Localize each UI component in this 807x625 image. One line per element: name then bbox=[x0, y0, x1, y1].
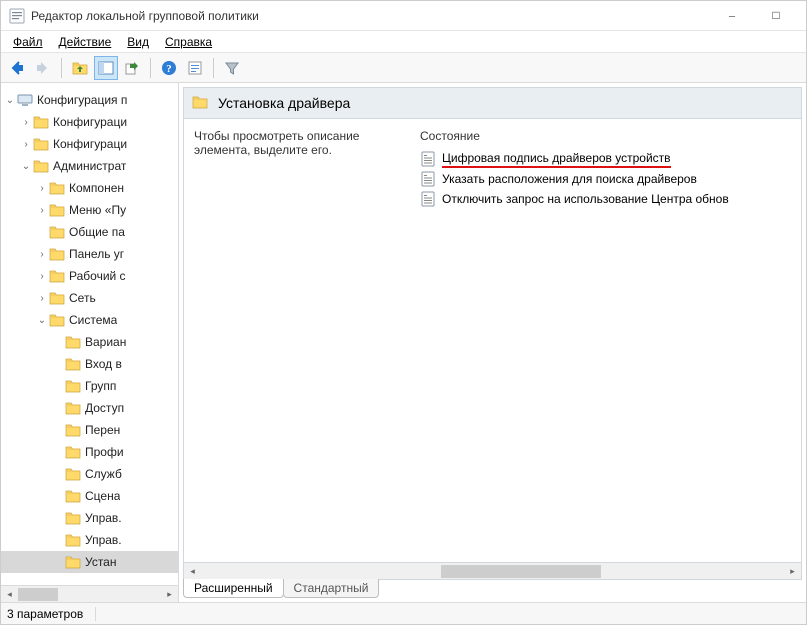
tree-group[interactable]: ·Групп bbox=[1, 375, 178, 397]
app-icon bbox=[9, 8, 25, 24]
tree-controlpanel[interactable]: ›Панель уг bbox=[1, 243, 178, 265]
status-count: 3 параметров bbox=[7, 607, 96, 621]
tree-cfg1[interactable]: ›Конфигураци bbox=[1, 111, 178, 133]
content-body: Чтобы просмотреть описание элемента, выд… bbox=[183, 119, 802, 563]
computer-icon bbox=[17, 92, 33, 108]
tree-sharedfolders[interactable]: ·Общие па bbox=[1, 221, 178, 243]
tree-manage2[interactable]: ·Управ. bbox=[1, 529, 178, 551]
tree-redir[interactable]: ·Перен bbox=[1, 419, 178, 441]
policy-tree[interactable]: ⌄ Конфигурация п ›Конфигураци ›Конфигура… bbox=[1, 89, 178, 573]
tree-cfg2[interactable]: ›Конфигураци bbox=[1, 133, 178, 155]
setting-label: Цифровая подпись драйверов устройств bbox=[442, 151, 671, 168]
setting-item-signature[interactable]: Цифровая подпись драйверов устройств bbox=[416, 149, 797, 169]
settings-list: Состояние Цифровая подпись драйверов уст… bbox=[412, 119, 801, 562]
folder-up-icon bbox=[72, 60, 88, 76]
description-text: Чтобы просмотреть описание элемента, выд… bbox=[194, 129, 402, 157]
menu-help[interactable]: Справка bbox=[157, 33, 220, 51]
main-area: ⌄ Конфигурация п ›Конфигураци ›Конфигура… bbox=[1, 83, 806, 602]
content-title: Установка драйвера bbox=[218, 95, 350, 111]
tab-extended[interactable]: Расширенный bbox=[183, 579, 284, 598]
minimize-button[interactable]: – bbox=[710, 2, 754, 30]
content-pane: Установка драйвера Чтобы просмотреть опи… bbox=[179, 83, 806, 602]
maximize-button[interactable]: □ bbox=[754, 2, 798, 30]
tree-system[interactable]: ⌄Система bbox=[1, 309, 178, 331]
help-button[interactable] bbox=[157, 56, 181, 80]
tree-profiles[interactable]: ·Профи bbox=[1, 441, 178, 463]
tree-install-driver[interactable]: ·Устан bbox=[1, 551, 178, 573]
scroll-thumb[interactable] bbox=[441, 565, 601, 578]
status-bar: 3 параметров bbox=[1, 602, 806, 624]
tree-pane: ⌄ Конфигурация п ›Конфигураци ›Конфигура… bbox=[1, 83, 179, 602]
policy-icon bbox=[420, 191, 436, 207]
scroll-right-button[interactable]: ▸ bbox=[784, 563, 801, 580]
menu-file[interactable]: Файл bbox=[5, 33, 51, 51]
tree-pane-icon bbox=[98, 60, 114, 76]
tree-manage1[interactable]: ·Управ. bbox=[1, 507, 178, 529]
policy-icon bbox=[420, 151, 436, 167]
tab-standard[interactable]: Стандартный bbox=[283, 579, 380, 598]
export-button[interactable] bbox=[120, 56, 144, 80]
tree-root[interactable]: ⌄ Конфигурация п bbox=[1, 89, 178, 111]
content-h-scrollbar[interactable]: ◂ ▸ bbox=[183, 563, 802, 580]
arrow-left-icon bbox=[9, 60, 25, 76]
tree-desktop[interactable]: ›Рабочий с bbox=[1, 265, 178, 287]
arrow-right-icon bbox=[35, 60, 51, 76]
funnel-icon bbox=[224, 60, 240, 76]
folder-icon bbox=[192, 94, 210, 112]
menu-bar: Файл Действие Вид Справка bbox=[1, 31, 806, 53]
tree-access[interactable]: ·Доступ bbox=[1, 397, 178, 419]
export-icon bbox=[124, 60, 140, 76]
back-button[interactable] bbox=[5, 56, 29, 80]
scroll-left-button[interactable]: ◂ bbox=[1, 586, 18, 603]
tree-services[interactable]: ·Служб bbox=[1, 463, 178, 485]
column-header-state[interactable]: Состояние bbox=[416, 129, 797, 149]
setting-label: Отключить запрос на использование Центра… bbox=[442, 192, 729, 206]
tree-scripts[interactable]: ·Сцена bbox=[1, 485, 178, 507]
forward-button[interactable] bbox=[31, 56, 55, 80]
setting-label: Указать расположения для поиска драйверо… bbox=[442, 172, 697, 186]
up-level-button[interactable] bbox=[68, 56, 92, 80]
scroll-thumb[interactable] bbox=[18, 588, 58, 601]
tree-network[interactable]: ›Сеть bbox=[1, 287, 178, 309]
setting-item-locations[interactable]: Указать расположения для поиска драйверо… bbox=[416, 169, 797, 189]
properties-button[interactable] bbox=[183, 56, 207, 80]
tree-h-scrollbar[interactable]: ◂ ▸ bbox=[1, 585, 178, 602]
content-header: Установка драйвера bbox=[183, 87, 802, 119]
window-title: Редактор локальной групповой политики bbox=[31, 9, 710, 23]
content-tabs: Расширенный Стандартный bbox=[183, 580, 802, 602]
menu-view[interactable]: Вид bbox=[119, 33, 157, 51]
tree-components[interactable]: ›Компонен bbox=[1, 177, 178, 199]
tree-login[interactable]: ·Вход в bbox=[1, 353, 178, 375]
properties-icon bbox=[187, 60, 203, 76]
scroll-left-button[interactable]: ◂ bbox=[184, 563, 201, 580]
toolbar bbox=[1, 53, 806, 83]
setting-item-update-prompt[interactable]: Отключить запрос на использование Центра… bbox=[416, 189, 797, 209]
scroll-right-button[interactable]: ▸ bbox=[161, 586, 178, 603]
description-column: Чтобы просмотреть описание элемента, выд… bbox=[184, 119, 412, 562]
filter-button[interactable] bbox=[220, 56, 244, 80]
show-tree-button[interactable] bbox=[94, 56, 118, 80]
title-bar: Редактор локальной групповой политики – … bbox=[1, 1, 806, 31]
policy-icon bbox=[420, 171, 436, 187]
menu-action[interactable]: Действие bbox=[51, 33, 120, 51]
tree-variants[interactable]: ·Вариан bbox=[1, 331, 178, 353]
tree-startmenu[interactable]: ›Меню «Пу bbox=[1, 199, 178, 221]
help-icon bbox=[161, 60, 177, 76]
tree-admin[interactable]: ⌄Администрат bbox=[1, 155, 178, 177]
